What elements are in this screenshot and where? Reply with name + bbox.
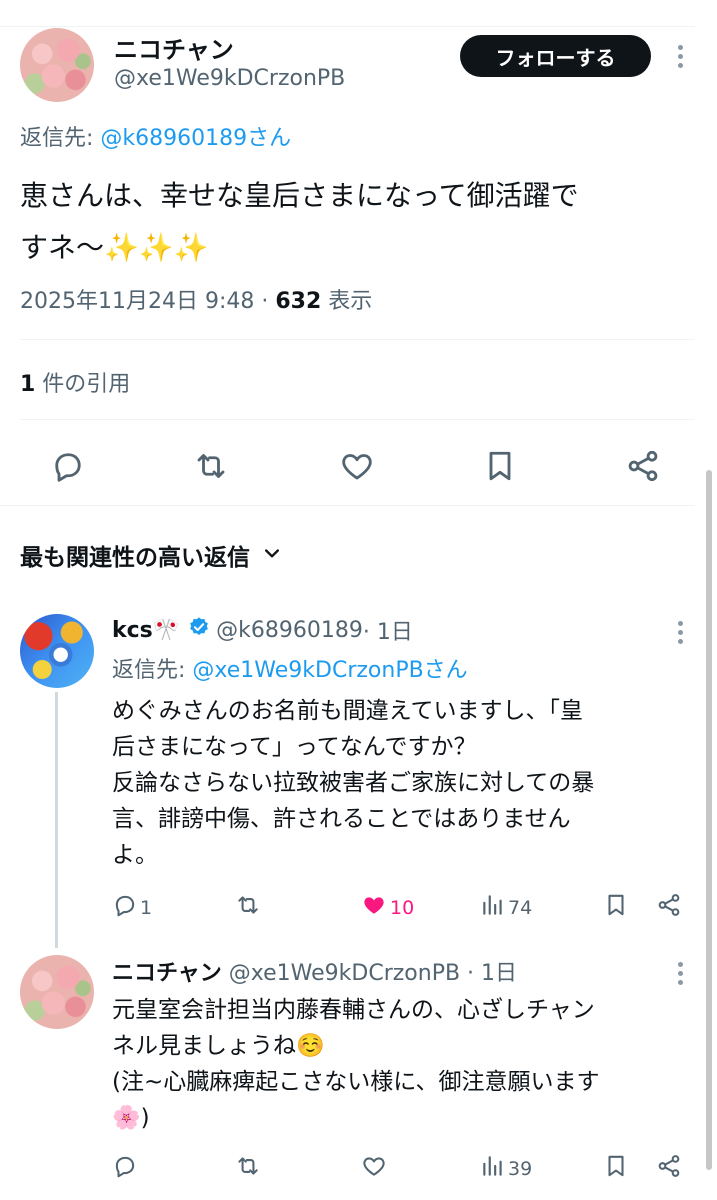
- share-icon[interactable]: [624, 448, 662, 484]
- like-filled-icon: [360, 892, 388, 923]
- quotes-count: 1: [20, 372, 36, 397]
- reply-1-share-icon[interactable]: [655, 892, 683, 918]
- reply-1-reply-to-handle[interactable]: @xe1We9kDCrzonPBさん: [192, 658, 467, 683]
- main-display-name[interactable]: ニコチャン: [114, 30, 234, 65]
- retweet-icon: [234, 1153, 262, 1184]
- reply-1-header: kcs🎌 @k68960189 · 1日: [112, 614, 413, 646]
- reply-1-line: 后さまになって」ってなんですか？: [112, 734, 477, 760]
- reply-2-views-count: 39: [508, 1157, 533, 1180]
- reply-1-line: めぐみさんのお名前も間違えていますし、「皇: [112, 698, 584, 724]
- retweet-icon: [234, 892, 262, 923]
- reply-icon[interactable]: [50, 448, 86, 484]
- reply-1-reply-count: 1: [140, 896, 153, 919]
- thread-line: [55, 692, 58, 948]
- reply-to-prefix: 返信先:: [20, 126, 101, 151]
- reply-1-more-icon[interactable]: [678, 621, 684, 648]
- retweet-icon[interactable]: [192, 448, 230, 484]
- main-tweet-line-2: すネ〜✨✨✨: [20, 231, 209, 264]
- reply-1-text: めぐみさんのお名前も間違えていますし、「皇 后さまになって」ってなんですか？ 反…: [112, 693, 692, 873]
- reply-icon: [112, 892, 138, 923]
- like-icon[interactable]: [338, 448, 376, 484]
- scrollbar[interactable]: [706, 470, 712, 1170]
- reply-1-views-count: 74: [508, 896, 533, 919]
- reply-2-time[interactable]: · 1日: [460, 961, 517, 986]
- quotes-row[interactable]: 1 件の引用: [20, 366, 130, 398]
- verified-badge-icon: [188, 616, 210, 644]
- reply-1-line: よ。: [112, 842, 158, 868]
- main-timestamp[interactable]: 2025年11月24日 9:48 ·: [20, 289, 275, 314]
- reply-avatar-nikochan[interactable]: [20, 955, 94, 1029]
- views-label: 表示: [321, 289, 373, 314]
- top-divider: [0, 26, 695, 27]
- reply-2-more-icon[interactable]: [678, 962, 684, 989]
- follow-button[interactable]: フォローする: [460, 35, 651, 77]
- reply-2-like-button[interactable]: [360, 1153, 388, 1184]
- main-reply-to: 返信先: @k68960189さん: [20, 120, 291, 152]
- views-count: 632: [275, 289, 322, 314]
- reply-1-line: 言、誹謗中傷、許されることではありません: [112, 806, 571, 832]
- more-options-icon[interactable]: [678, 45, 684, 72]
- reply-1-reply-to-prefix: 返信先:: [112, 658, 193, 683]
- reply-2-share-icon[interactable]: [655, 1153, 683, 1179]
- reply-2-line: 元皇室会計担当内藤春輔さんの、心ざしチャン: [112, 997, 595, 1023]
- reply-2-line: (注~心臓麻痺起こさない様に、御注意願います: [112, 1069, 600, 1095]
- reply-2-display-name[interactable]: ニコチャン: [112, 961, 222, 986]
- reply-1-views-button[interactable]: 74: [480, 892, 532, 923]
- reply-1-like-button[interactable]: 10: [360, 892, 414, 923]
- sort-label: 最も関連性の高い返信: [20, 545, 250, 571]
- reply-1-reply-to: 返信先: @xe1We9kDCrzonPBさん: [112, 652, 468, 684]
- reply-2-reply-button[interactable]: [112, 1153, 138, 1184]
- main-avatar[interactable]: [20, 28, 94, 102]
- main-tweet-line-1: 恵さんは、幸せな皇后さまになって御活躍で: [20, 179, 579, 212]
- reply-1-like-count: 10: [390, 896, 415, 919]
- reply-1-retweet-button[interactable]: [234, 892, 262, 923]
- reply-2-retweet-button[interactable]: [234, 1153, 262, 1184]
- sort-dropdown[interactable]: 最も関連性の高い返信: [20, 538, 282, 572]
- reply-1-handle[interactable]: @k68960189: [216, 618, 363, 643]
- views-chart-icon: [480, 1153, 506, 1184]
- divider-after-actions: [0, 505, 695, 506]
- main-timestamp-row: 2025年11月24日 9:48 · 632 表示: [20, 283, 372, 315]
- like-icon: [360, 1153, 388, 1184]
- reply-1-time[interactable]: · 1日: [363, 614, 413, 646]
- reply-2-header: ニコチャン @xe1We9kDCrzonPB · 1日: [112, 955, 517, 987]
- quotes-label: 件の引用: [35, 372, 131, 397]
- reply-to-handle[interactable]: @k68960189さん: [100, 126, 291, 151]
- main-handle[interactable]: @xe1We9kDCrzonPB: [114, 66, 345, 91]
- reply-2-line: ネル見ましょうね☺️: [112, 1033, 325, 1059]
- divider-after-timestamp: [20, 339, 695, 340]
- bookmark-icon[interactable]: [482, 448, 518, 484]
- reply-2-views-button[interactable]: 39: [480, 1153, 532, 1184]
- chevron-down-icon: [262, 543, 282, 567]
- reply-avatar-kcs[interactable]: [20, 614, 94, 688]
- reply-icon: [112, 1153, 138, 1184]
- reply-1-bookmark-icon[interactable]: [603, 892, 629, 918]
- main-tweet-text: 恵さんは、幸せな皇后さまになって御活躍で すネ〜✨✨✨: [20, 170, 700, 274]
- views-chart-icon: [480, 892, 506, 923]
- reply-1-reply-button[interactable]: 1: [112, 892, 152, 923]
- reply-2-line: 🌸): [112, 1105, 150, 1131]
- reply-1-display-name[interactable]: kcs🎌: [112, 618, 180, 643]
- reply-2-handle[interactable]: @xe1We9kDCrzonPB: [229, 961, 460, 986]
- reply-2-text: 元皇室会計担当内藤春輔さんの、心ざしチャン ネル見ましょうね☺️ (注~心臓麻痺…: [112, 992, 697, 1136]
- reply-2-bookmark-icon[interactable]: [603, 1153, 629, 1179]
- divider-after-quotes: [20, 419, 695, 420]
- reply-1-line: 反論なさらない拉致被害者ご家族に対しての暴: [112, 770, 595, 796]
